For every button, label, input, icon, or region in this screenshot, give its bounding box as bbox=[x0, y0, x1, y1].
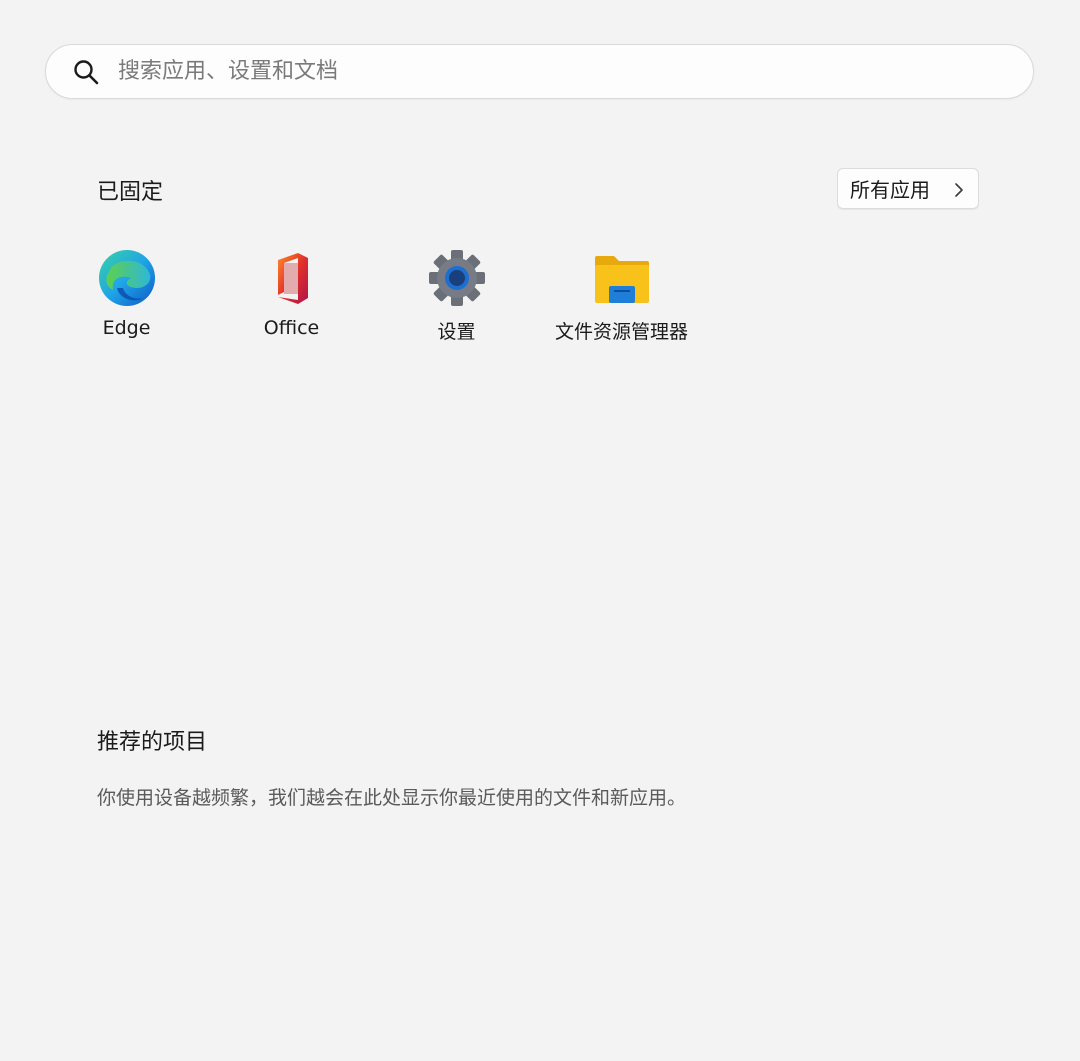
app-label: Office bbox=[263, 317, 320, 339]
all-apps-button[interactable]: 所有应用 bbox=[837, 168, 979, 209]
recommended-section-title: 推荐的项目 bbox=[97, 730, 208, 755]
search-icon bbox=[72, 58, 100, 86]
all-apps-label: 所有应用 bbox=[850, 178, 930, 202]
pinned-app-edge[interactable]: Edge bbox=[44, 245, 209, 350]
settings-gear-icon bbox=[427, 248, 487, 308]
start-menu-panel: 已固定 所有应用 bbox=[0, 0, 1080, 1061]
pinned-app-file-explorer[interactable]: 文件资源管理器 bbox=[539, 245, 704, 350]
search-input[interactable] bbox=[118, 51, 978, 92]
app-label: Edge bbox=[102, 317, 151, 339]
pinned-section-title: 已固定 bbox=[97, 180, 164, 205]
chevron-right-icon bbox=[952, 180, 966, 198]
pinned-app-office[interactable]: Office bbox=[209, 245, 374, 350]
search-box[interactable] bbox=[45, 44, 1034, 99]
edge-icon bbox=[97, 248, 157, 308]
recommended-hint-text: 你使用设备越频繁，我们越会在此处显示你最近使用的文件和新应用。 bbox=[97, 787, 687, 809]
office-icon bbox=[262, 248, 322, 308]
file-explorer-icon bbox=[592, 248, 652, 308]
app-label: 文件资源管理器 bbox=[554, 321, 688, 343]
app-label: 设置 bbox=[437, 321, 476, 343]
pinned-app-settings[interactable]: 设置 bbox=[374, 245, 539, 350]
